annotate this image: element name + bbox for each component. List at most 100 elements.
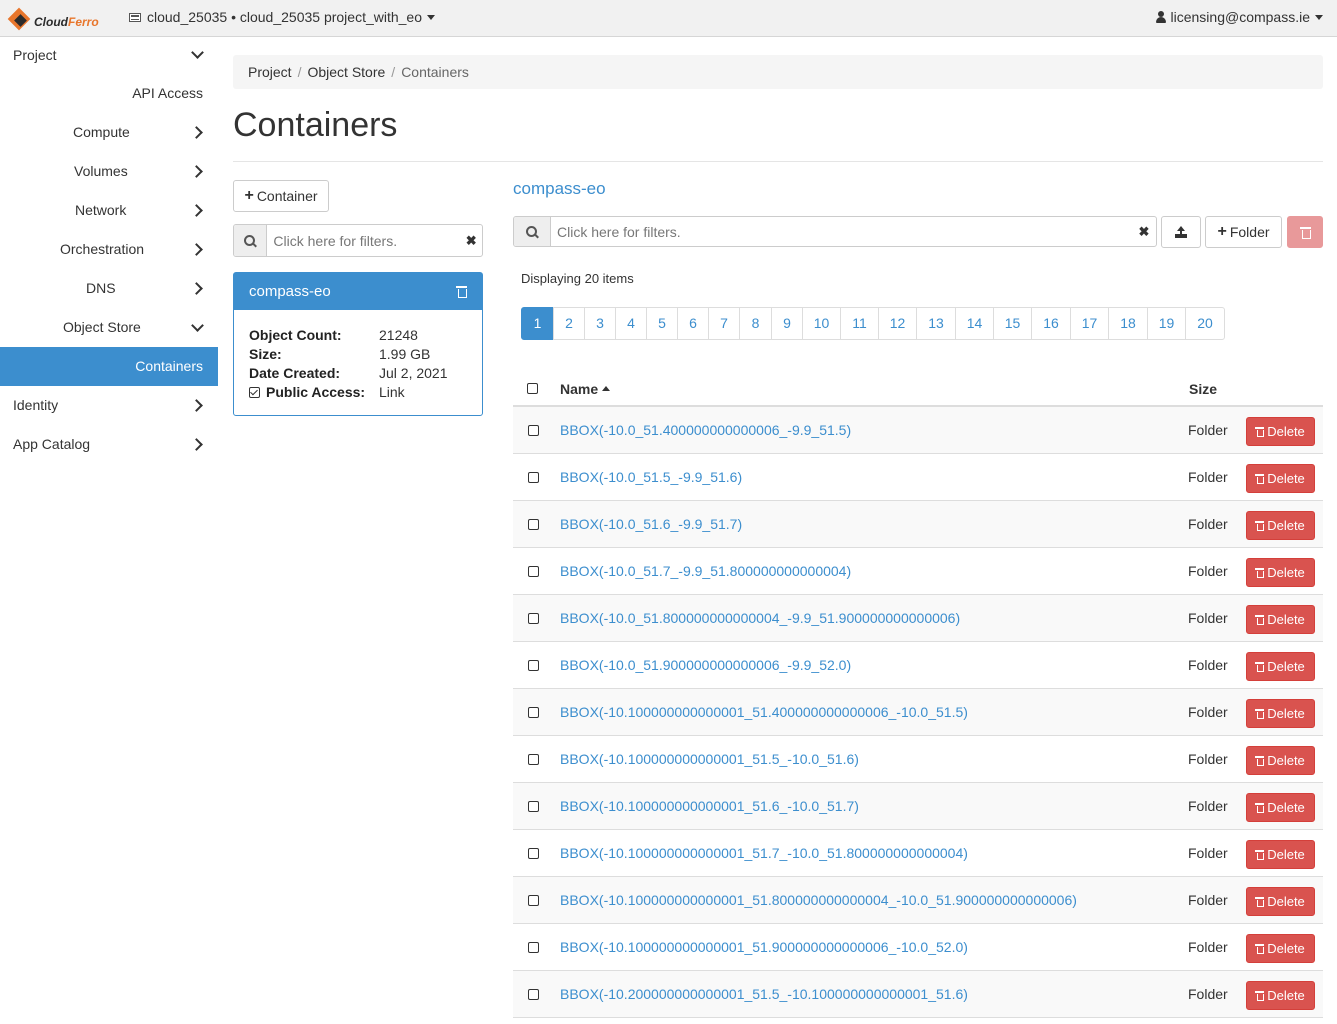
page-17-link[interactable]: 17 (1070, 307, 1109, 340)
sidebar-item-label: Identity (13, 397, 59, 413)
breadcrumb-object-store[interactable]: Object Store (307, 64, 385, 80)
container-card-header[interactable]: compass-eo (234, 273, 482, 310)
page-4-link[interactable]: 4 (615, 307, 647, 340)
trash-icon[interactable] (456, 286, 467, 298)
page-11-link[interactable]: 11 (840, 307, 879, 340)
page-16-link[interactable]: 16 (1031, 307, 1071, 340)
trash-icon (1255, 474, 1265, 484)
project-switcher[interactable]: cloud_25035 • cloud_25035 project_with_e… (129, 9, 436, 25)
row-checkbox[interactable] (528, 425, 539, 436)
select-all-checkbox[interactable] (527, 383, 538, 394)
container-filter-input[interactable] (267, 225, 461, 256)
row-checkbox[interactable] (528, 519, 539, 530)
row-checkbox[interactable] (528, 801, 539, 812)
page-12-link[interactable]: 12 (878, 307, 917, 340)
public-access-label-wrap[interactable]: Public Access: (249, 383, 379, 402)
delete-button[interactable]: Delete (1246, 558, 1315, 587)
public-access-link[interactable]: Link (379, 383, 405, 402)
delete-selected-button[interactable] (1287, 216, 1323, 248)
sidebar-item-compute[interactable]: Compute (0, 113, 218, 152)
sidebar-item-orchestration[interactable]: Orchestration (0, 230, 218, 269)
object-name-link[interactable]: BBOX(-10.100000000000001_51.5_-10.0_51.6… (560, 751, 859, 767)
object-name-link[interactable]: BBOX(-10.100000000000001_51.400000000000… (560, 704, 968, 720)
sidebar-item-api-access[interactable]: API Access (0, 74, 218, 113)
page-6-link[interactable]: 6 (677, 307, 709, 340)
delete-button[interactable]: Delete (1246, 746, 1315, 775)
page-10-link[interactable]: 10 (802, 307, 841, 340)
page-19-link[interactable]: 19 (1147, 307, 1186, 340)
checkbox-checked-icon[interactable] (249, 387, 260, 398)
row-checkbox[interactable] (528, 989, 539, 1000)
row-checkbox[interactable] (528, 707, 539, 718)
row-checkbox[interactable] (528, 848, 539, 859)
delete-button[interactable]: Delete (1246, 887, 1315, 916)
object-name-link[interactable]: BBOX(-10.0_51.7_-9.9_51.800000000000004) (560, 563, 851, 579)
sidebar-item-volumes[interactable]: Volumes (0, 152, 218, 191)
page-14-link[interactable]: 14 (955, 307, 994, 340)
date-created-value: Jul 2, 2021 (379, 365, 448, 381)
object-name-link[interactable]: BBOX(-10.100000000000001_51.6_-10.0_51.7… (560, 798, 859, 814)
container-card[interactable]: compass-eo Object Count: 21248 Size: 1.99 … (233, 272, 483, 416)
sidebar-item-label: DNS (86, 280, 116, 296)
object-name-link[interactable]: BBOX(-10.0_51.5_-9.9_51.6) (560, 469, 742, 485)
sidebar-item-object-store[interactable]: Object Store (0, 308, 218, 347)
delete-button[interactable]: Delete (1246, 417, 1315, 446)
page-2-link[interactable]: 2 (553, 307, 585, 340)
sidebar-item-app-catalog[interactable]: App Catalog (0, 425, 218, 464)
row-checkbox[interactable] (528, 472, 539, 483)
object-size: Folder (1188, 657, 1228, 673)
row-checkbox[interactable] (528, 660, 539, 671)
sidebar-item-label: Object Store (63, 319, 141, 335)
sidebar-item-network[interactable]: Network (0, 191, 218, 230)
breadcrumb-project[interactable]: Project (248, 64, 292, 80)
delete-button[interactable]: Delete (1246, 464, 1315, 493)
column-header-name[interactable]: Name (560, 381, 611, 397)
row-checkbox[interactable] (528, 754, 539, 765)
delete-button[interactable]: Delete (1246, 840, 1315, 869)
page-7-link[interactable]: 7 (708, 307, 740, 340)
object-name-link[interactable]: BBOX(-10.200000000000001_51.5_-10.100000… (560, 986, 968, 1002)
cloudferro-logo[interactable]: CloudFerro (7, 6, 99, 32)
sidebar-item-project[interactable]: Project (0, 37, 218, 74)
page-1-link[interactable]: 1 (521, 307, 554, 340)
object-name-link[interactable]: BBOX(-10.0_51.900000000000006_-9.9_52.0) (560, 657, 851, 673)
page-8-link[interactable]: 8 (739, 307, 772, 340)
object-name-link[interactable]: BBOX(-10.100000000000001_51.900000000000… (560, 939, 968, 955)
clear-filter-icon[interactable]: ✖ (1132, 217, 1156, 246)
object-filter-input[interactable] (551, 217, 1132, 246)
upload-file-button[interactable] (1161, 216, 1201, 248)
row-checkbox[interactable] (528, 895, 539, 906)
delete-button[interactable]: Delete (1246, 934, 1315, 963)
object-size: Folder (1188, 516, 1228, 532)
delete-button[interactable]: Delete (1246, 605, 1315, 634)
user-menu[interactable]: licensing@compass.ie (1155, 9, 1323, 25)
object-name-link[interactable]: BBOX(-10.100000000000001_51.800000000000… (560, 892, 1077, 908)
sidebar-item-containers[interactable]: Containers (0, 347, 218, 386)
sidebar-item-dns[interactable]: DNS (0, 269, 218, 308)
delete-button[interactable]: Delete (1246, 699, 1315, 728)
page-18-link[interactable]: 18 (1108, 307, 1148, 340)
object-name-link[interactable]: BBOX(-10.0_51.800000000000004_-9.9_51.90… (560, 610, 960, 626)
page-15-link[interactable]: 15 (993, 307, 1032, 340)
sidebar-item-identity[interactable]: Identity (0, 386, 218, 425)
object-name-link[interactable]: BBOX(-10.0_51.6_-9.9_51.7) (560, 516, 742, 532)
clear-filter-icon[interactable]: ✖ (460, 225, 482, 256)
object-name-link[interactable]: BBOX(-10.0_51.400000000000006_-9.9_51.5) (560, 422, 851, 438)
page-3-link[interactable]: 3 (584, 307, 616, 340)
page-20-link[interactable]: 20 (1185, 307, 1225, 340)
create-folder-button[interactable]: + Folder (1205, 216, 1282, 248)
row-checkbox[interactable] (528, 942, 539, 953)
object-name-link[interactable]: BBOX(-10.100000000000001_51.7_-10.0_51.8… (560, 845, 968, 861)
create-container-button[interactable]: + Container (233, 180, 329, 212)
row-checkbox[interactable] (528, 613, 539, 624)
delete-button[interactable]: Delete (1246, 652, 1315, 681)
delete-label: Delete (1267, 988, 1305, 1003)
delete-label: Delete (1267, 894, 1305, 909)
delete-button[interactable]: Delete (1246, 981, 1315, 1010)
page-9-link[interactable]: 9 (771, 307, 803, 340)
page-13-link[interactable]: 13 (916, 307, 956, 340)
delete-button[interactable]: Delete (1246, 511, 1315, 540)
row-checkbox[interactable] (528, 566, 539, 577)
page-5-link[interactable]: 5 (646, 307, 678, 340)
delete-button[interactable]: Delete (1246, 793, 1315, 822)
